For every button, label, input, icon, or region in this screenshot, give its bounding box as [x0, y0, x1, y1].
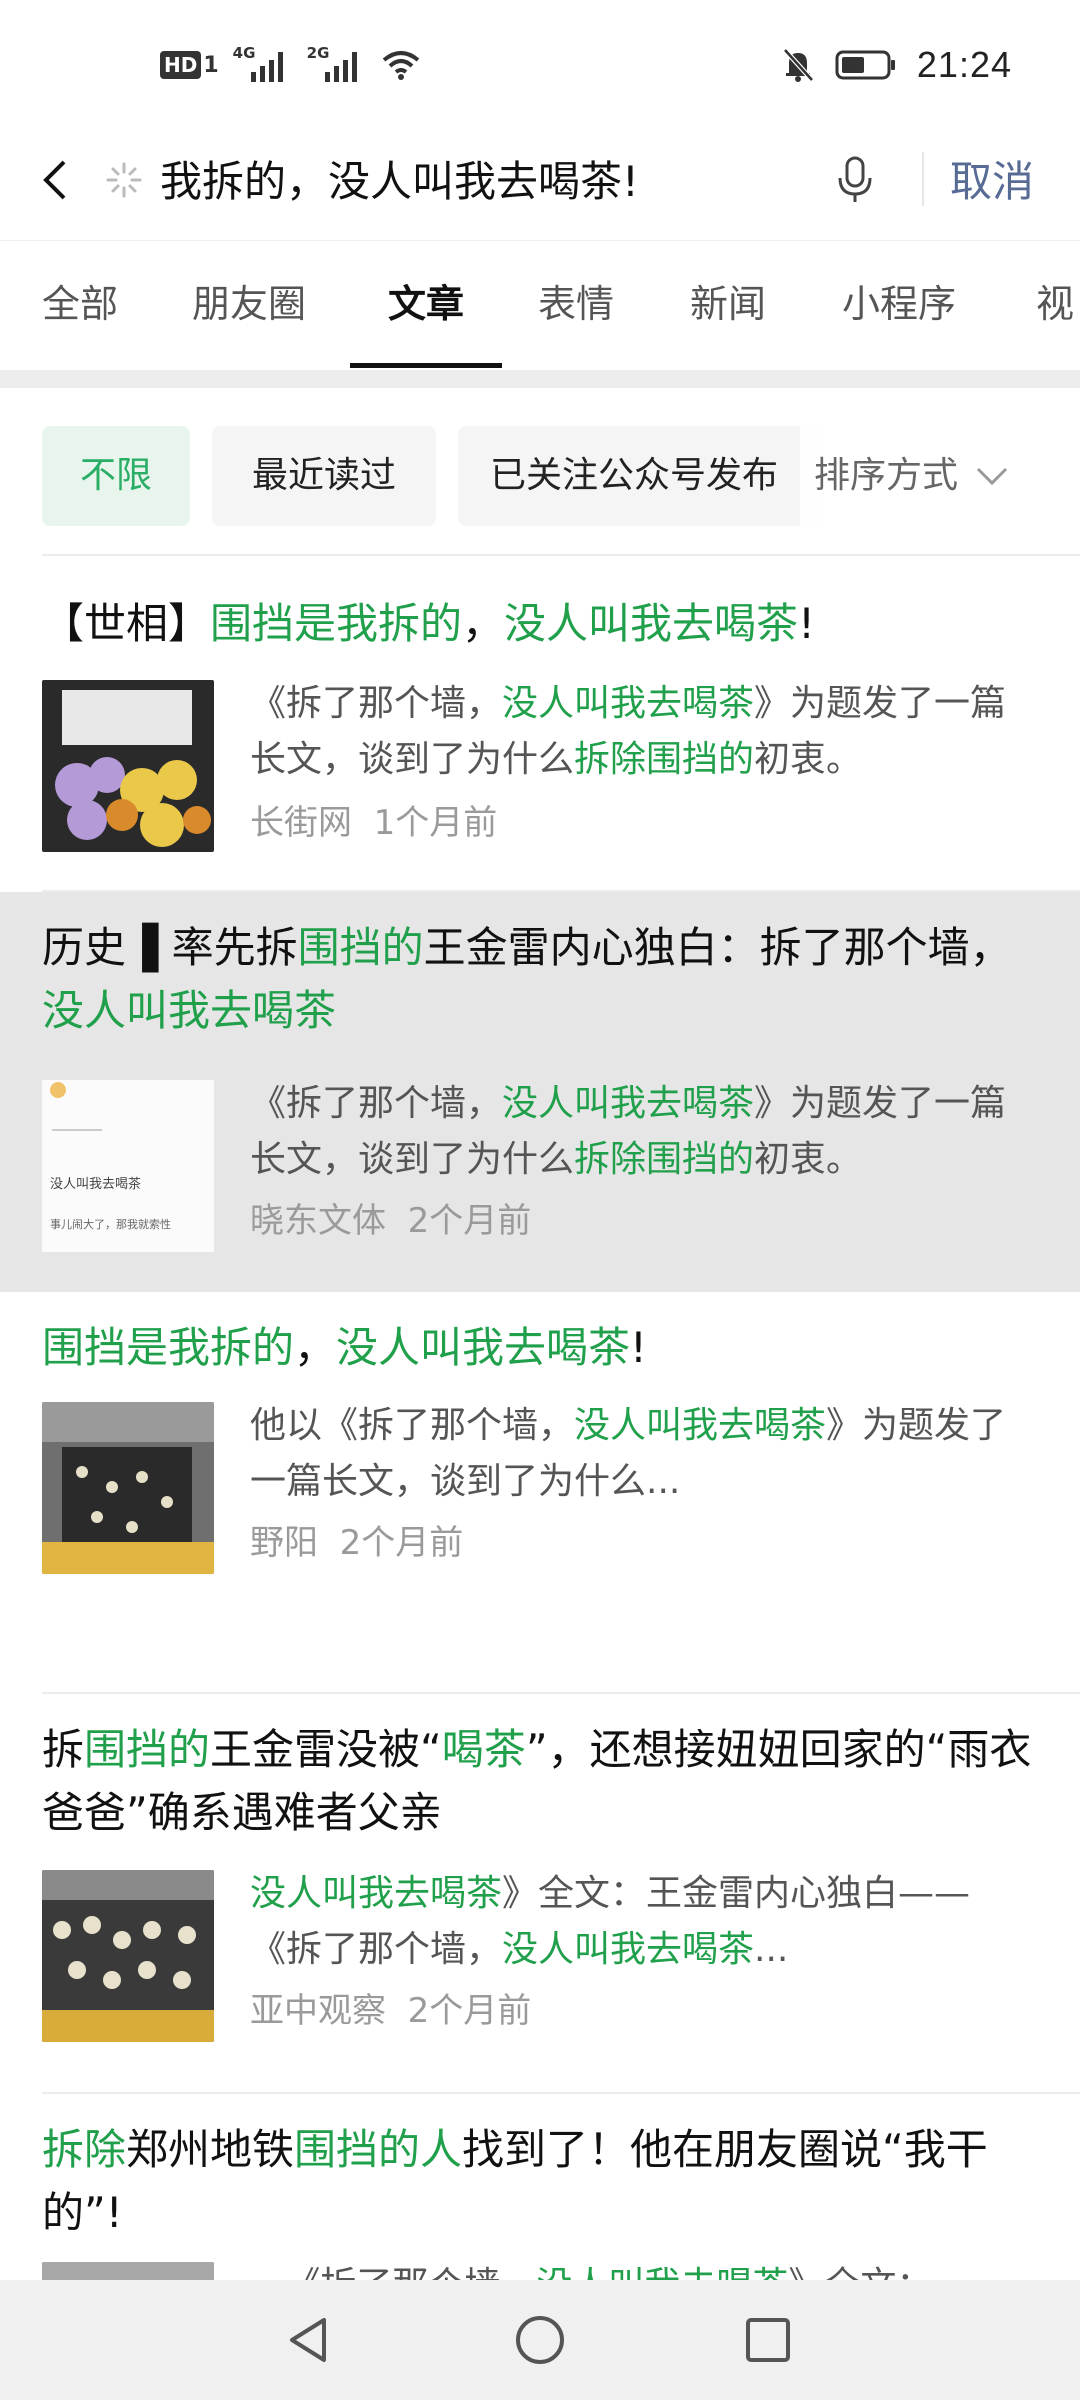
search-divider	[922, 152, 924, 206]
article-time: 1个月前	[373, 803, 498, 843]
circle-home-icon[interactable]	[510, 2310, 570, 2370]
article-source: 长街网	[250, 803, 352, 843]
article-result[interactable]: 围挡是我拆的，没人叫我去喝茶! 他以《拆了那个墙，没人叫我去喝茶》为题发了一篇长…	[0, 1292, 1080, 1694]
article-result[interactable]: 拆围挡的王金雷没被“喝茶”，还想接妞妞回家的“雨衣爸爸”确系遇难者父亲 没人叫我…	[0, 1694, 1080, 2094]
article-result[interactable]: 拆除郑州地铁围挡的人找到了！他在朋友圈说“我干的”! ...《拆了那个墙，没人叫…	[0, 2094, 1080, 2284]
article-meta: 晓东文体 2个月前	[250, 1196, 531, 1246]
article-time: 2个月前	[339, 1523, 464, 1563]
article-source: 亚中观察	[250, 1991, 386, 2031]
filter-chip-recently-read[interactable]: 最近读过	[212, 426, 436, 526]
hd-icon: HD 1	[160, 50, 219, 80]
article-thumbnail	[42, 1870, 214, 2042]
signal-4g-icon: 4G	[233, 44, 293, 82]
sort-label: 排序方式	[814, 455, 959, 496]
battery-icon	[835, 50, 895, 80]
status-bar: HD 1 4G 2G 21:24	[0, 0, 1080, 130]
keyword-highlight: 没人叫我去喝茶	[42, 986, 337, 1035]
wifi-icon	[382, 51, 419, 80]
search-input[interactable]: 我拆的，没人叫我去喝茶!	[160, 152, 720, 212]
spinner-icon	[106, 162, 142, 198]
article-summary: 《拆了那个墙，没人叫我去喝茶》为题发了一篇长文，谈到了为什么拆除围挡的初衷。	[250, 683, 1007, 780]
keyword-highlight: 拆除围挡的	[574, 1139, 755, 1180]
filter-chip-followed-accounts[interactable]: 已关注公众号发布	[458, 426, 838, 526]
tab-videos[interactable]: 视	[1036, 279, 1074, 329]
article-meta: 野阳 2个月前	[250, 1518, 463, 1568]
hd-label: HD	[160, 51, 202, 79]
article-title: 【世相】围挡是我拆的，没人叫我去喝茶!	[42, 599, 815, 648]
keyword-highlight: 没人叫我去喝茶	[502, 1929, 755, 1970]
signal-2g-icon: 2G	[307, 44, 367, 82]
keyword-highlight: 围挡是我拆的	[42, 1323, 295, 1372]
sort-dropdown[interactable]: 排序方式	[800, 426, 1011, 526]
square-recents-icon[interactable]	[738, 2310, 798, 2370]
keyword-highlight: 没人叫我去喝茶	[502, 1083, 755, 1124]
article-time: 2个月前	[407, 1201, 532, 1241]
article-result[interactable]: 【世相】围挡是我拆的，没人叫我去喝茶! 《拆了那个墙，没人叫我去喝茶》为题发了一…	[0, 556, 1080, 892]
keyword-highlight: 没人叫我去喝茶	[502, 683, 755, 724]
keyword-highlight: 没人叫我去喝茶	[250, 1873, 503, 1914]
back-button[interactable]	[30, 150, 80, 210]
article-source: 野阳	[250, 1523, 318, 1563]
keyword-highlight: 围挡是我拆的	[210, 599, 463, 648]
keyword-highlight: 围挡的	[297, 923, 424, 972]
tab-stickers[interactable]: 表情	[538, 279, 614, 329]
keyword-highlight: 没人叫我去喝茶	[336, 1323, 631, 1372]
keyword-highlight: 拆除围挡的	[574, 739, 755, 780]
article-time: 2个月前	[407, 1991, 532, 2031]
bell-off-icon	[783, 48, 814, 82]
keyword-highlight: 没人叫我去喝茶	[574, 1405, 827, 1446]
thumbnail-text: 事儿闹大了，那我就索性	[50, 1217, 171, 1231]
search-bar: 我拆的，没人叫我去喝茶! 取消	[0, 130, 1080, 240]
tab-news[interactable]: 新闻	[690, 279, 766, 329]
article-result[interactable]: 历史▐ 率先拆围挡的王金雷内心独白：拆了那个墙，没人叫我去喝茶 没人叫我去喝茶 …	[0, 892, 1080, 1292]
search-category-tabs: 全部 朋友圈 文章 表情 新闻 小程序 视	[0, 240, 1080, 370]
keyword-highlight: 喝茶	[441, 1725, 526, 1774]
thumbnail-text: 没人叫我去喝茶	[50, 1176, 141, 1192]
article-summary: 他以《拆了那个墙，没人叫我去喝茶》为题发了一篇长文，谈到了为什么...	[250, 1405, 1007, 1502]
article-title: 历史▐ 率先拆围挡的王金雷内心独白：拆了那个墙，没人叫我去喝茶	[42, 923, 1012, 1035]
article-summary: 《拆了那个墙，没人叫我去喝茶》为题发了一篇长文，谈到了为什么拆除围挡的初衷。	[250, 1083, 1007, 1180]
keyword-highlight: 围挡的	[84, 1725, 211, 1774]
tab-mini-programs[interactable]: 小程序	[842, 279, 956, 329]
filter-bar: 不限 最近读过 已关注公众号发布 排序方式	[0, 388, 1080, 558]
system-navigation-bar	[0, 2280, 1080, 2400]
cancel-button[interactable]: 取消	[950, 152, 1034, 212]
article-title: 拆围挡的王金雷没被“喝茶”，还想接妞妞回家的“雨衣爸爸”确系遇难者父亲	[42, 1725, 1032, 1837]
tab-articles[interactable]: 文章	[388, 279, 464, 329]
article-title: 拆除郑州地铁围挡的人找到了！他在朋友圈说“我干的”!	[42, 2125, 988, 2237]
article-thumbnail: 没人叫我去喝茶 事儿闹大了，那我就索性	[42, 1080, 214, 1252]
keyword-highlight: 拆除	[42, 2125, 127, 2174]
article-meta: 长街网 1个月前	[250, 798, 497, 848]
keyword-highlight: 围挡的人	[294, 2125, 463, 2174]
section-divider	[0, 370, 1080, 388]
active-tab-indicator	[350, 363, 502, 368]
article-thumbnail	[42, 1402, 214, 1574]
article-title: 围挡是我拆的，没人叫我去喝茶!	[42, 1323, 647, 1372]
article-thumbnail	[42, 680, 214, 852]
sim-index: 1	[203, 52, 219, 78]
tab-moments[interactable]: 朋友圈	[192, 279, 306, 329]
article-meta: 亚中观察 2个月前	[250, 1986, 531, 2036]
microphone-icon[interactable]	[830, 150, 880, 210]
chevron-down-icon	[976, 467, 1008, 486]
clock: 21:24	[916, 44, 1012, 85]
status-left: HD 1 4G 2G	[160, 44, 421, 82]
triangle-back-icon[interactable]	[278, 2310, 338, 2370]
tab-all[interactable]: 全部	[42, 279, 118, 329]
article-summary: 没人叫我去喝茶》全文：王金雷内心独白——《拆了那个墙，没人叫我去喝茶...	[250, 1873, 971, 1970]
status-right: 21:24	[781, 44, 1012, 86]
filter-chip-any[interactable]: 不限	[42, 426, 190, 526]
keyword-highlight: 没人叫我去喝茶	[504, 599, 799, 648]
article-source: 晓东文体	[250, 1201, 386, 1241]
